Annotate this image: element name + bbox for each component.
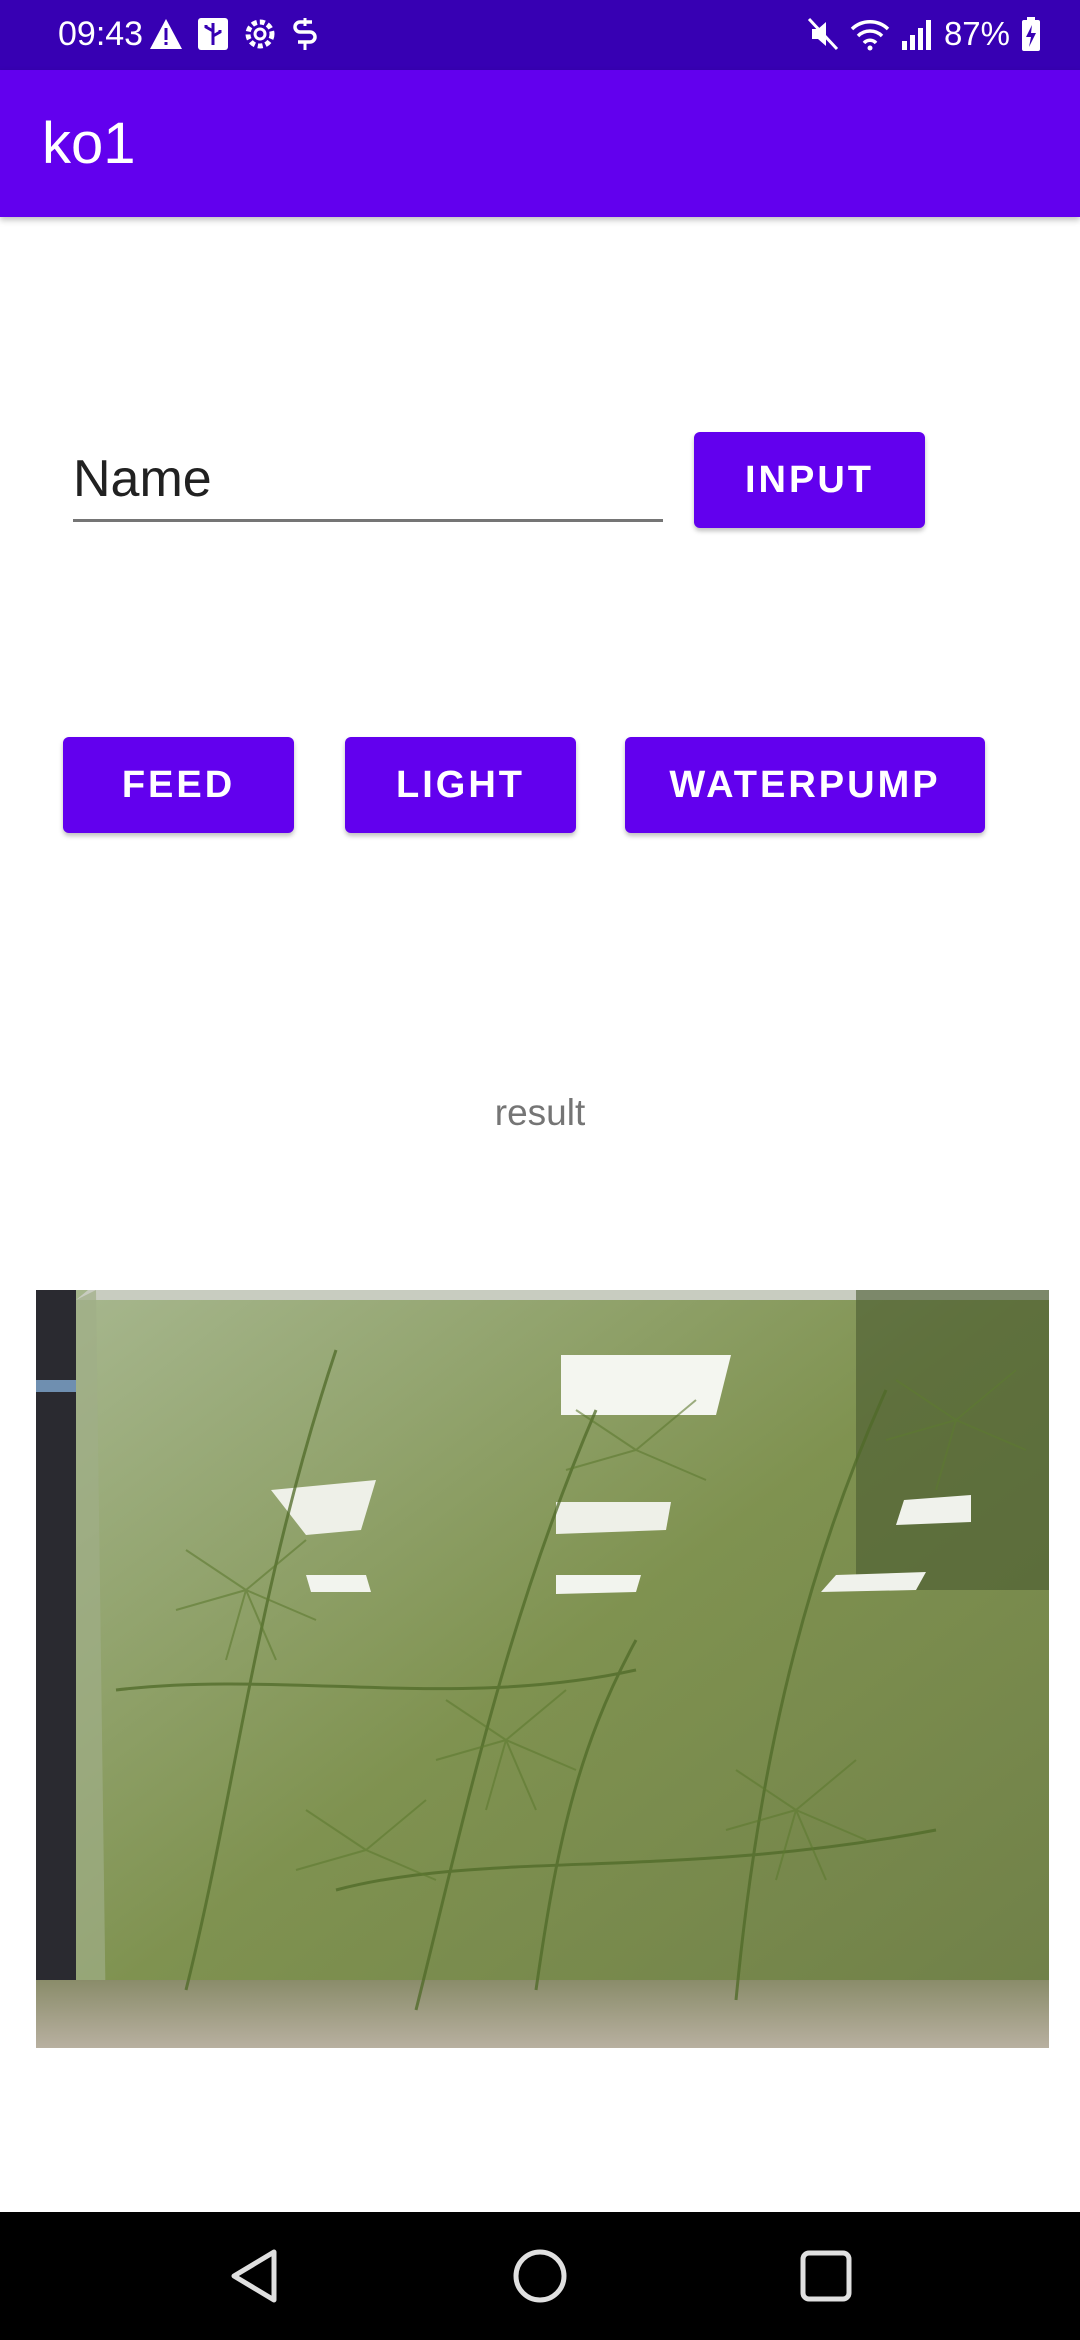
battery-percentage: 87% [943, 15, 1010, 52]
app-bar: ko1 [0, 70, 1080, 217]
wifi-icon [850, 20, 890, 51]
app-title: ko1 [42, 111, 136, 176]
recents-button[interactable] [786, 2236, 866, 2316]
battery-charging-icon [1022, 17, 1040, 51]
app-notification-icon [293, 18, 317, 50]
recents-icon [800, 2250, 852, 2302]
home-button[interactable] [500, 2236, 580, 2316]
status-icons-right: 87% [806, 14, 1042, 54]
waterpump-button[interactable]: WATERPUMP [625, 737, 985, 833]
back-icon [231, 2249, 277, 2303]
mute-icon [807, 17, 839, 51]
status-icons-left [148, 14, 320, 54]
usb-icon [198, 18, 228, 50]
status-time: 09:43 [58, 15, 144, 53]
aquarium-camera-feed [36, 1290, 1049, 2048]
warning-icon [150, 19, 182, 49]
settings-icon [245, 19, 275, 49]
back-button[interactable] [214, 2236, 294, 2316]
light-button[interactable]: LIGHT [345, 737, 576, 833]
status-bar: 09:43 87% [0, 0, 1080, 70]
signal-icon [901, 20, 931, 50]
result-text: result [494, 1092, 586, 1133]
navigation-bar [0, 2212, 1080, 2340]
camera-image [36, 1290, 1049, 2048]
input-button[interactable]: INPUT [694, 432, 925, 528]
name-input[interactable] [73, 438, 663, 522]
home-icon [513, 2249, 567, 2303]
feed-button[interactable]: FEED [63, 737, 294, 833]
